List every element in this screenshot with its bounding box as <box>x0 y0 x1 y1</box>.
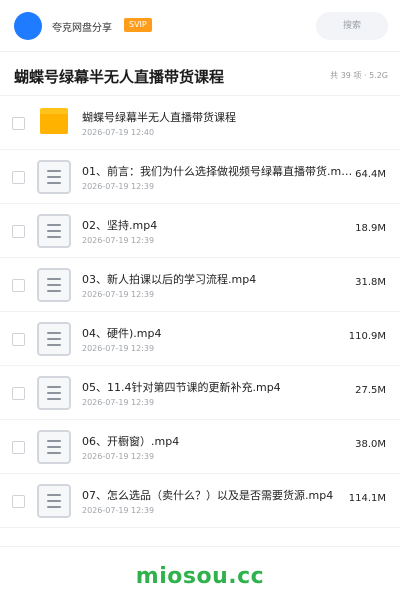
item-name: 06、开橱窗）.mp4 <box>82 435 180 448</box>
item-date: 2026-07-19 12:40 <box>82 128 155 137</box>
item-name: 07、怎么选品（卖什么？）以及是否需要货源.mp4 <box>82 489 334 502</box>
list-item[interactable]: 07、怎么选品（卖什么？）以及是否需要货源.mp4 2026-07-19 12:… <box>0 474 400 528</box>
item-date: 2026-07-19 12:39 <box>82 344 155 353</box>
avatar[interactable] <box>14 12 42 40</box>
row-checkbox[interactable] <box>12 387 25 400</box>
file-icon <box>37 160 71 194</box>
folder-header: 蝴蝶号绿幕半无人直播带货课程 共 39 项 · 5.2G <box>0 52 400 96</box>
file-icon <box>37 376 71 410</box>
file-icon <box>37 268 71 302</box>
divider <box>0 546 400 547</box>
item-size: 38.0M <box>355 439 386 450</box>
file-icon <box>37 214 71 248</box>
list-item[interactable]: 02、坚持.mp4 2026-07-19 12:39 18.9M <box>0 204 400 258</box>
list-item[interactable]: 04、硬件).mp4 2026-07-19 12:39 110.9M <box>0 312 400 366</box>
file-icon <box>37 430 71 464</box>
row-checkbox[interactable] <box>12 171 25 184</box>
list-item[interactable]: 06、开橱窗）.mp4 2026-07-19 12:39 38.0M <box>0 420 400 474</box>
item-date: 2026-07-19 12:39 <box>82 398 155 407</box>
item-name: 05、11.4针对第四节课的更新补充.mp4 <box>82 381 281 394</box>
watermark: miosou.cc <box>135 564 265 589</box>
row-checkbox[interactable] <box>12 225 25 238</box>
item-size: 18.9M <box>355 223 386 234</box>
search-input[interactable]: 搜索 <box>316 12 388 40</box>
user-name: 夸克网盘分享 <box>52 23 112 34</box>
folder-icon <box>40 108 68 134</box>
file-icon <box>37 484 71 518</box>
list-item[interactable]: 01、前言：我们为什么选择做视频号绿幕直播带货.mp4 2026-07-19 1… <box>0 150 400 204</box>
item-name: 01、前言：我们为什么选择做视频号绿幕直播带货.mp4 <box>82 165 354 178</box>
row-checkbox[interactable] <box>12 333 25 346</box>
item-size: 27.5M <box>355 385 386 396</box>
file-icon <box>37 322 71 356</box>
list-item[interactable]: 03、新人拍课以后的学习流程.mp4 2026-07-19 12:39 31.8… <box>0 258 400 312</box>
list-item-folder[interactable]: 蝴蝶号绿幕半无人直播带货课程 2026-07-19 12:40 <box>0 96 400 150</box>
row-checkbox[interactable] <box>12 279 25 292</box>
item-size: 110.9M <box>348 331 386 342</box>
row-checkbox[interactable] <box>12 117 25 130</box>
item-size: 64.4M <box>355 169 386 180</box>
row-checkbox[interactable] <box>12 441 25 454</box>
svip-badge: SVIP <box>124 18 152 32</box>
list-item[interactable]: 05、11.4针对第四节课的更新补充.mp4 2026-07-19 12:39 … <box>0 366 400 420</box>
item-name: 04、硬件).mp4 <box>82 327 162 340</box>
row-checkbox[interactable] <box>12 495 25 508</box>
item-date: 2026-07-19 12:39 <box>82 290 155 299</box>
item-size: 31.8M <box>355 277 386 288</box>
item-name: 蝴蝶号绿幕半无人直播带货课程 <box>82 111 236 124</box>
item-date: 2026-07-19 12:39 <box>82 236 155 245</box>
item-size: 114.1M <box>348 493 386 504</box>
page-title: 蝴蝶号绿幕半无人直播带货课程 <box>14 68 225 86</box>
folder-meta: 共 39 项 · 5.2G <box>330 71 388 80</box>
item-name: 02、坚持.mp4 <box>82 219 158 232</box>
top-bar: 夸克网盘分享 SVIP 搜索 <box>0 0 400 52</box>
item-name: 03、新人拍课以后的学习流程.mp4 <box>82 273 257 286</box>
item-date: 2026-07-19 12:39 <box>82 182 155 191</box>
item-date: 2026-07-19 12:39 <box>82 506 155 515</box>
item-date: 2026-07-19 12:39 <box>82 452 155 461</box>
